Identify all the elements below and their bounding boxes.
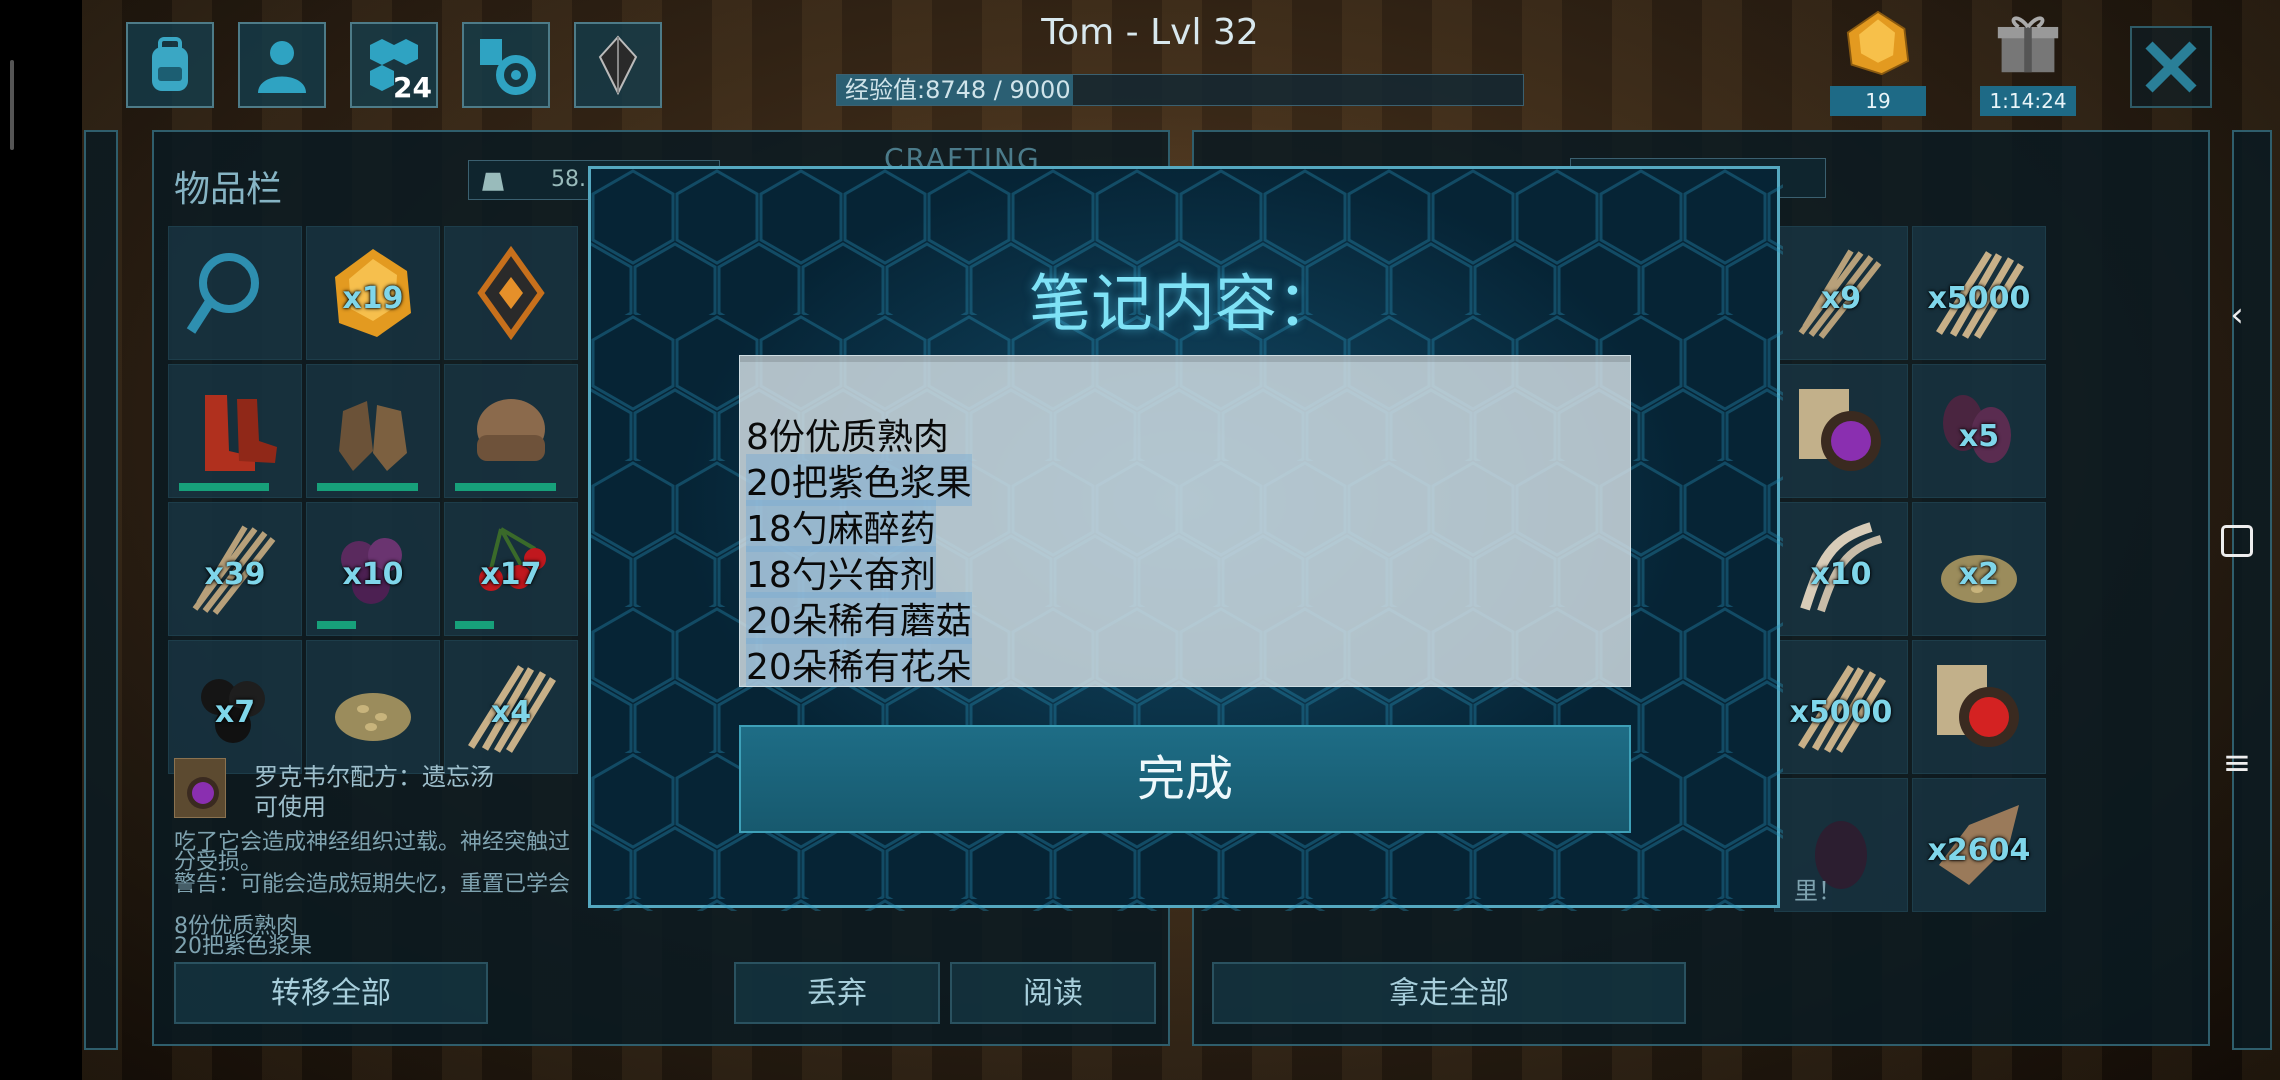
slot-quantity: x7 xyxy=(214,695,256,730)
tribe-tab-button[interactable] xyxy=(574,22,662,108)
player-name-level: Tom - Lvl 32 xyxy=(1041,12,1259,53)
inventory-slot[interactable]: x17 xyxy=(444,502,578,636)
home-icon[interactable] xyxy=(2220,524,2254,558)
recipe-purple-icon xyxy=(1799,389,1881,471)
slot-quantity: x4 xyxy=(490,695,532,730)
inventory-slot[interactable]: x19 xyxy=(306,226,440,360)
inventory-slot[interactable]: x7 xyxy=(168,640,302,774)
inventory-slot[interactable]: x9 xyxy=(1774,226,1908,360)
durability-bar xyxy=(455,621,494,629)
note-line-3: 18勺麻醉药 xyxy=(746,500,936,552)
inventory-slot[interactable]: x10 xyxy=(306,502,440,636)
inventory-slot[interactable] xyxy=(168,364,302,498)
selected-item-name: 罗克韦尔配方：遗忘汤 xyxy=(254,763,494,791)
system-left-bar xyxy=(0,0,82,1080)
menu-icon[interactable]: ≡ xyxy=(2220,743,2254,783)
gift-timer[interactable]: 1:14:24 xyxy=(1978,10,2078,116)
gear-icon xyxy=(480,39,536,95)
recipe-red-icon xyxy=(1937,665,2019,747)
slot-quantity: x2 xyxy=(1958,557,2000,592)
slot-quantity: x9 xyxy=(1820,281,1862,316)
note-modal: 笔记内容： 8份优质熟肉 20把紫色浆果 18勺麻醉药 18勺兴奋剂 20朵稀有… xyxy=(588,166,1783,911)
take-all-button[interactable]: 拿走全部 xyxy=(1212,962,1686,1024)
slot-quantity: x5000 xyxy=(1927,281,2031,316)
slot-quantity: x10 xyxy=(1810,557,1872,592)
inventory-slot[interactable]: x10 xyxy=(1774,502,1908,636)
selected-item-icon xyxy=(174,758,226,818)
left-edge-panel xyxy=(84,130,118,1050)
inventory-slot[interactable] xyxy=(306,640,440,774)
inventory-slot[interactable] xyxy=(444,226,578,360)
note-line-6: 20朵稀有花朵 xyxy=(746,638,972,686)
inventory-title: 物品栏 xyxy=(174,169,283,210)
boots-icon xyxy=(205,395,277,471)
note-line-1: 8份优质熟肉 xyxy=(746,417,949,458)
note-textarea[interactable]: 8份优质熟肉 20把紫色浆果 18勺麻醉药 18勺兴奋剂 20朵稀有蘑菇 20朵… xyxy=(739,355,1631,687)
seeds-icon xyxy=(335,693,411,741)
container-footer-text: 里！ xyxy=(1794,877,1842,905)
magnifier-icon xyxy=(186,253,259,334)
person-icon xyxy=(258,41,306,93)
read-button[interactable]: 阅读 xyxy=(950,962,1156,1024)
inventory-slot[interactable]: x2 xyxy=(1912,502,2046,636)
xp-bar: 经验值:8748 / 9000 xyxy=(836,74,1524,106)
inventory-slot[interactable]: x5000 xyxy=(1912,226,2046,360)
settings-tab-button[interactable] xyxy=(462,22,550,108)
character-tab-button[interactable] xyxy=(238,22,326,108)
slot-quantity: x5 xyxy=(1958,419,2000,454)
inventory-slot[interactable] xyxy=(444,364,578,498)
resource-count: 19 xyxy=(1830,86,1926,116)
xp-text: 经验值:8748 / 9000 xyxy=(845,76,1071,104)
note-line-5: 20朵稀有蘑菇 xyxy=(746,592,972,644)
system-nav-bar: ‹ ≡ xyxy=(2190,0,2280,1080)
inventory-slot[interactable]: x39 xyxy=(168,502,302,636)
transfer-all-button[interactable]: 转移全部 xyxy=(174,962,488,1024)
inventory-slot[interactable]: x5 xyxy=(1912,364,2046,498)
inventory-slot[interactable] xyxy=(1774,364,1908,498)
durability-bar xyxy=(455,483,556,491)
weight-value: 58. xyxy=(551,167,586,192)
resource-counter[interactable]: 19 xyxy=(1828,10,1928,116)
modal-title: 笔记内容： xyxy=(1028,267,1339,340)
implant-icon xyxy=(477,245,545,341)
note-line-4: 18勺兴奋剂 xyxy=(746,546,936,598)
durability-bar xyxy=(179,483,269,491)
drop-button[interactable]: 丢弃 xyxy=(734,962,940,1024)
gift-timer-text: 1:14:24 xyxy=(1980,86,2076,116)
crystal-icon xyxy=(598,35,638,96)
clipped-line xyxy=(740,356,1630,362)
durability-bar xyxy=(317,621,356,629)
slot-quantity: x19 xyxy=(342,281,404,316)
slot-quantity: x10 xyxy=(342,557,404,592)
inventory-tab-button[interactable] xyxy=(126,22,214,108)
backpack-icon xyxy=(152,37,188,91)
engram-badge: 24 xyxy=(393,71,432,104)
gift-icon xyxy=(1997,16,2059,73)
note-line-2: 20把紫色浆果 xyxy=(746,454,972,506)
item-note-line-2: 20把紫色浆果 xyxy=(174,934,312,959)
inventory-slot[interactable] xyxy=(306,364,440,498)
edge-handle[interactable] xyxy=(10,60,14,150)
hat-icon xyxy=(477,399,545,461)
inventory-slot[interactable] xyxy=(1912,640,2046,774)
inventory-slot[interactable]: x2604 xyxy=(1912,778,2046,912)
item-warning: 警告：可能会造成短期失忆，重置已学会 xyxy=(174,872,571,897)
done-button[interactable]: 完成 xyxy=(739,725,1631,833)
item-description-2: 分受损。 xyxy=(174,850,263,875)
selected-item-status: 可使用 xyxy=(254,793,326,821)
engrams-tab-button[interactable]: 24 xyxy=(350,22,438,108)
slot-quantity: x39 xyxy=(204,557,266,592)
slot-quantity: x5000 xyxy=(1789,695,1893,730)
amber-icon xyxy=(1846,10,1910,76)
inventory-slot[interactable] xyxy=(168,226,302,360)
durability-bar xyxy=(317,483,418,491)
weight-icon xyxy=(482,172,504,191)
back-icon[interactable]: ‹ xyxy=(2220,295,2254,335)
recipe-purple-icon xyxy=(187,777,219,809)
slot-quantity: x2604 xyxy=(1927,833,2031,868)
inventory-slot[interactable]: x5000 xyxy=(1774,640,1908,774)
gloves-icon xyxy=(339,401,407,471)
inventory-slot[interactable]: x4 xyxy=(444,640,578,774)
slot-quantity: x17 xyxy=(480,557,542,592)
